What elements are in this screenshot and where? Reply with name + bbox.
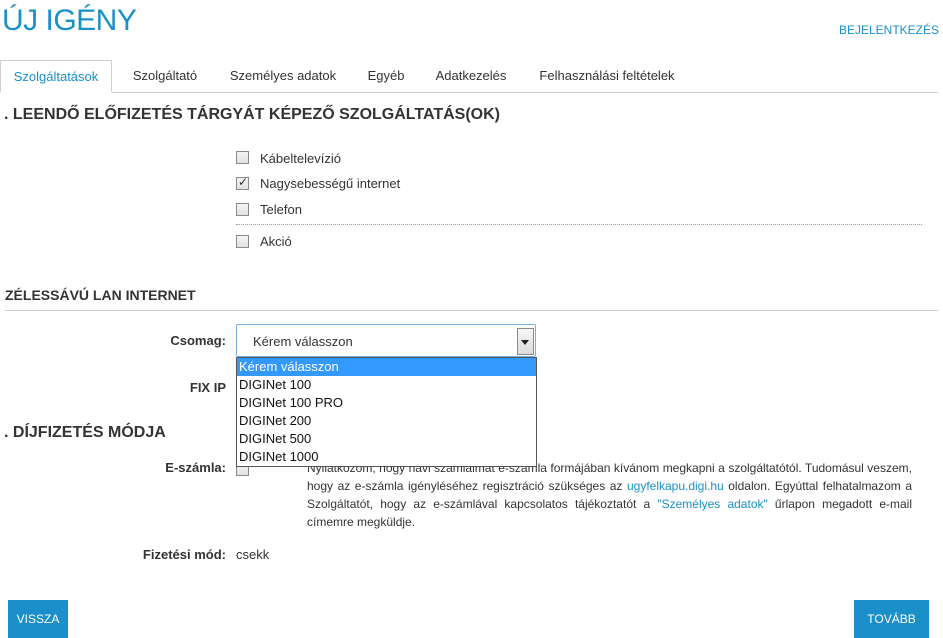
service-option-phone[interactable] <box>236 203 249 216</box>
package-select[interactable]: Kérem válasszon <box>236 324 536 357</box>
internet-section-title: ZÉLESSÁVÚ LAN INTERNET <box>5 287 196 303</box>
service-option-internet[interactable]: ✓ <box>236 175 249 190</box>
dropdown-option[interactable]: Kérem válasszon <box>237 358 536 376</box>
dropdown-option[interactable]: DIGINet 500 <box>237 430 536 448</box>
service-option-cable-tv[interactable] <box>236 151 249 164</box>
payment-method-value: csekk <box>236 547 270 562</box>
dropdown-option[interactable]: DIGINet 100 PRO <box>237 394 536 412</box>
tab-personal-data[interactable]: Személyes adatok <box>220 60 346 91</box>
tab-other[interactable]: Egyéb <box>356 60 416 91</box>
checkbox-checked[interactable]: ✓ <box>236 175 249 190</box>
tab-provider[interactable]: Szolgáltató <box>120 60 210 91</box>
checkbox[interactable] <box>236 151 249 164</box>
package-label: Csomag: <box>170 333 226 348</box>
promo-option[interactable] <box>236 235 249 248</box>
fixip-label: FIX IP <box>189 380 226 395</box>
service-option-label: Telefon <box>260 202 302 217</box>
einvoice-label: E-számla: <box>165 460 226 475</box>
checkbox[interactable] <box>236 203 249 216</box>
dropdown-arrow-icon[interactable] <box>517 328 534 355</box>
tab-terms-of-use[interactable]: Felhasználási feltételek <box>526 60 688 91</box>
einvoice-statement: Nyilatkozom, hogy havi számláimat e-szám… <box>307 459 912 531</box>
tab-bar: Szolgáltatások Szolgáltató Személyes ada… <box>0 60 938 93</box>
package-select-value: Kérem válasszon <box>253 334 353 349</box>
service-option-label: Nagysebességű internet <box>260 176 401 191</box>
back-button[interactable]: VISSZA <box>8 600 68 638</box>
divider <box>5 310 938 311</box>
dropdown-option[interactable]: DIGINet 200 <box>237 412 536 430</box>
divider <box>236 224 922 225</box>
tab-data-handling[interactable]: Adatkezelés <box>426 60 516 91</box>
page-title: ÚJ IGÉNY <box>2 4 137 37</box>
tab-services[interactable]: Szolgáltatások <box>0 60 112 93</box>
promo-label: Akció <box>260 234 292 249</box>
payment-method-label: Fizetési mód: <box>142 547 226 562</box>
dropdown-option[interactable]: DIGINet 1000 <box>237 448 536 466</box>
checkbox[interactable] <box>236 235 249 248</box>
ugyfelkapu-link[interactable]: ugyfelkapu.digi.hu <box>627 479 724 493</box>
service-option-label: Kábeltelevízió <box>260 151 341 166</box>
package-dropdown-list: Kérem válasszon DIGINet 100 DIGINet 100 … <box>236 357 537 467</box>
dropdown-option[interactable]: DIGINet 100 <box>237 376 536 394</box>
checkmark-icon: ✓ <box>238 175 249 189</box>
services-section-title: . LEENDŐ ELŐFIZETÉS TÁRGYÁT KÉPEZŐ SZOLG… <box>4 106 500 123</box>
login-link[interactable]: BEJELENTKEZÉS <box>839 23 939 37</box>
payment-section-title: . DÍJFIZETÉS MÓDJA <box>4 424 166 441</box>
personal-data-link[interactable]: "Személyes adatok" <box>657 497 767 511</box>
next-button[interactable]: TOVÁBB <box>854 600 929 638</box>
